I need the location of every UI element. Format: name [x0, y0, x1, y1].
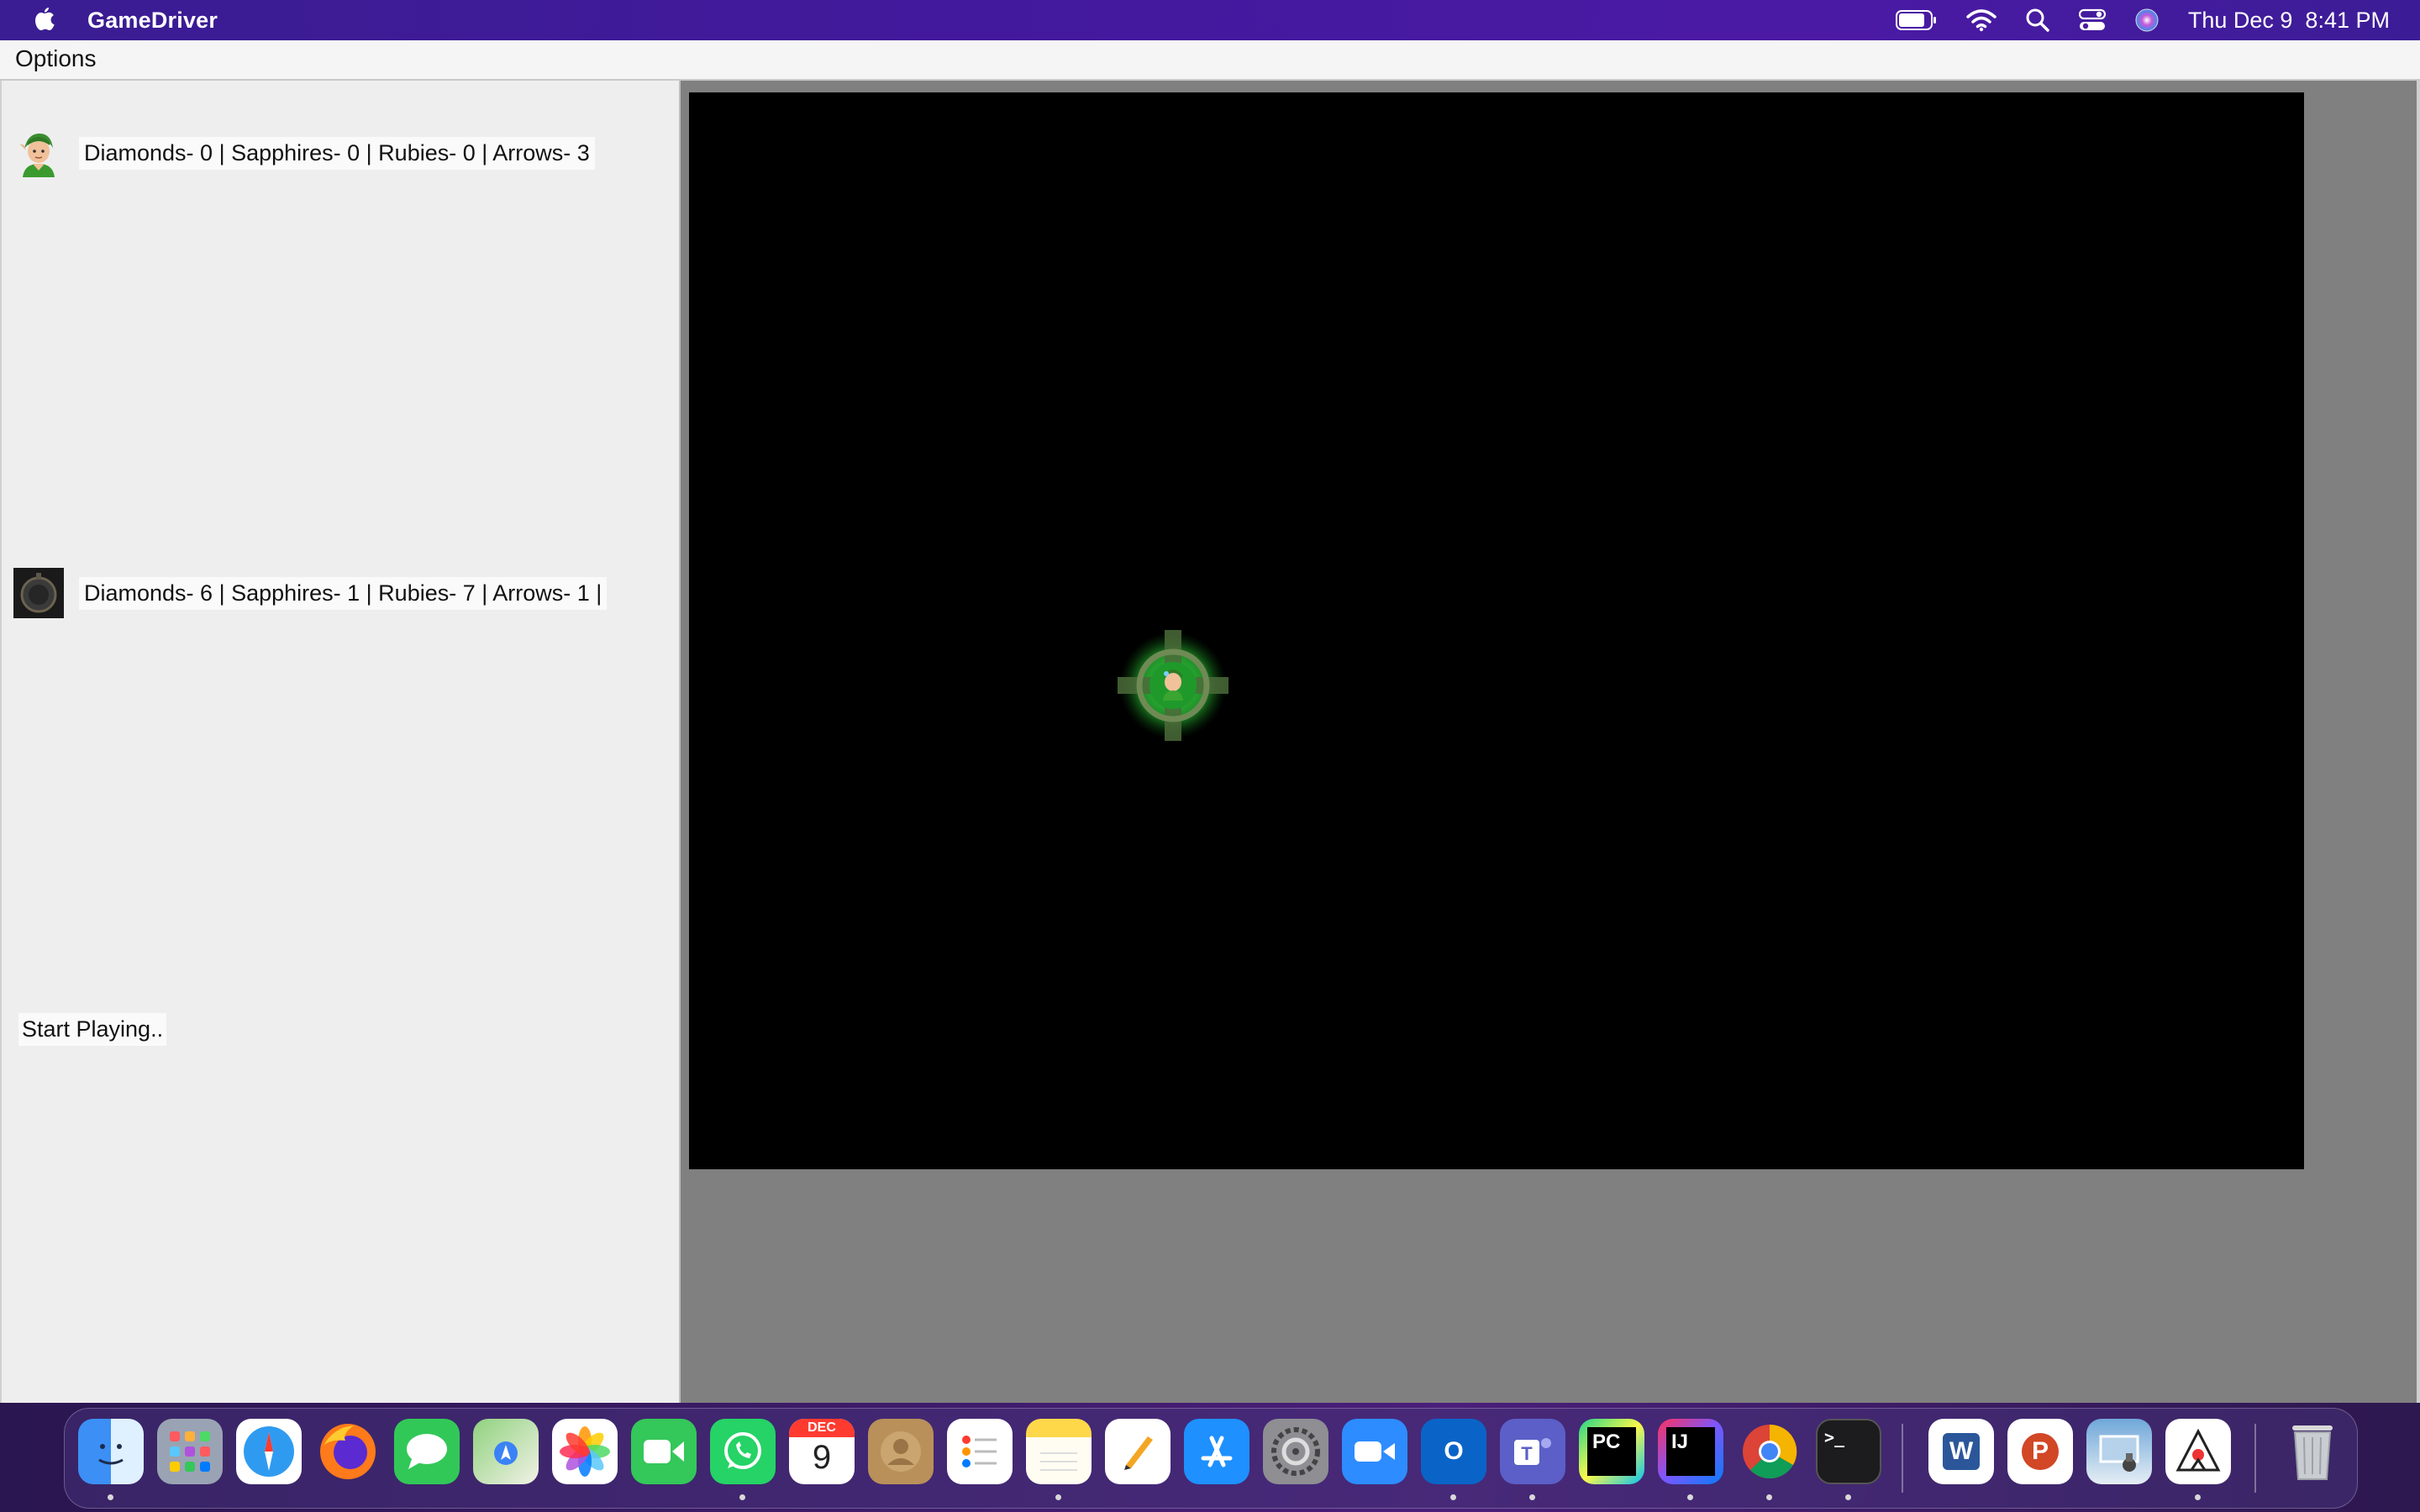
dark-player-avatar-icon: [13, 568, 64, 618]
options-menu[interactable]: Options: [15, 45, 97, 72]
pages-icon[interactable]: [1105, 1419, 1171, 1484]
game-board[interactable]: [689, 92, 2304, 1169]
control-center-icon[interactable]: [2078, 0, 2106, 40]
finder-icon[interactable]: [78, 1419, 144, 1484]
window-menu-bar: Options: [0, 40, 2420, 81]
terminal-icon[interactable]: >_: [1816, 1419, 1881, 1484]
macos-menu-bar: GameDriver Thu Dec 9 8:41 PM: [0, 0, 2420, 40]
calendar-month: DEC: [789, 1419, 855, 1437]
messages-icon[interactable]: [394, 1419, 460, 1484]
pycharm-icon[interactable]: PC: [1579, 1419, 1644, 1484]
outlook-running-indicator: [1450, 1494, 1456, 1500]
contacts-icon[interactable]: [868, 1419, 934, 1484]
chrome-icon[interactable]: [1737, 1419, 1802, 1484]
terminal-running-indicator: [1845, 1494, 1851, 1500]
pycharm-letters: PC: [1592, 1431, 1621, 1453]
java-icon[interactable]: [2165, 1419, 2231, 1484]
facetime-icon[interactable]: [631, 1419, 697, 1484]
battery-icon[interactable]: [1895, 0, 1938, 40]
calendar-icon[interactable]: DEC 9: [789, 1419, 855, 1484]
svg-text:T: T: [1521, 1443, 1533, 1464]
teams-running-indicator: [1529, 1494, 1535, 1500]
player-token-icon[interactable]: [1118, 630, 1228, 741]
player-stats-panel: Diamonds- 0 | Sapphires- 0 | Rubies- 0 |…: [0, 81, 682, 1403]
outlook-letter: O: [1444, 1437, 1464, 1465]
calendar-day: 9: [812, 1439, 832, 1476]
terminal-prompt: >_: [1824, 1427, 1845, 1447]
siri-icon[interactable]: [2134, 0, 2160, 40]
whatsapp-running-indicator: [739, 1494, 745, 1500]
powerpoint-letter: P: [2031, 1437, 2049, 1465]
photos-icon[interactable]: [552, 1419, 618, 1484]
chrome-running-indicator: [1766, 1494, 1772, 1500]
game-board-frame: [681, 81, 2420, 1403]
player-row-1: Diamonds- 0 | Sapphires- 0 | Rubies- 0 |…: [13, 128, 595, 178]
finder-running-indicator: [108, 1494, 113, 1500]
word-letter: W: [1949, 1437, 1974, 1465]
maps-icon[interactable]: [473, 1419, 539, 1484]
app-store-icon[interactable]: [1184, 1419, 1249, 1484]
dock-separator: [1902, 1424, 1903, 1493]
safari-icon[interactable]: [236, 1419, 302, 1484]
java-running-indicator: [2195, 1494, 2201, 1500]
player-2-stats: Diamonds- 6 | Sapphires- 1 | Rubies- 7 |…: [79, 576, 608, 610]
intellij-letters: IJ: [1671, 1431, 1689, 1453]
dock: DEC 9 O T PC IJ >_ W P: [64, 1408, 2358, 1509]
word-icon[interactable]: W: [1928, 1419, 1994, 1484]
spotlight-search-icon[interactable]: [2025, 0, 2050, 40]
preview-icon[interactable]: [2086, 1419, 2152, 1484]
apple-menu-icon[interactable]: [30, 3, 59, 37]
menu-bar-clock[interactable]: Thu Dec 9 8:41 PM: [2188, 8, 2390, 34]
zoom-icon[interactable]: [1342, 1419, 1407, 1484]
game-window: Options Diamonds- 0 | Sapphires- 0 | Rub…: [0, 40, 2420, 1403]
intellij-icon[interactable]: IJ: [1658, 1419, 1723, 1484]
reminders-icon[interactable]: [947, 1419, 1013, 1484]
powerpoint-icon[interactable]: P: [2007, 1419, 2073, 1484]
intellij-running-indicator: [1687, 1494, 1693, 1500]
whatsapp-icon[interactable]: [710, 1419, 776, 1484]
notes-icon[interactable]: [1026, 1419, 1092, 1484]
firefox-icon[interactable]: [315, 1419, 381, 1484]
launchpad-icon[interactable]: [157, 1419, 223, 1484]
notes-running-indicator: [1055, 1494, 1061, 1500]
teams-icon[interactable]: T: [1500, 1419, 1565, 1484]
outlook-icon[interactable]: O: [1421, 1419, 1486, 1484]
player-row-2: Diamonds- 6 | Sapphires- 1 | Rubies- 7 |…: [13, 568, 608, 618]
window-right-edge: [2417, 81, 2420, 1403]
system-preferences-icon[interactable]: [1263, 1419, 1328, 1484]
wifi-icon[interactable]: [1966, 0, 1996, 40]
player-1-stats: Diamonds- 0 | Sapphires- 0 | Rubies- 0 |…: [79, 136, 595, 170]
game-status-label: Start Playing..: [18, 1013, 167, 1046]
app-menu-name[interactable]: GameDriver: [87, 8, 218, 34]
elf-player-avatar-icon: [13, 128, 64, 178]
trash-icon[interactable]: [2280, 1419, 2345, 1484]
dock-separator-trash: [2254, 1424, 2256, 1493]
